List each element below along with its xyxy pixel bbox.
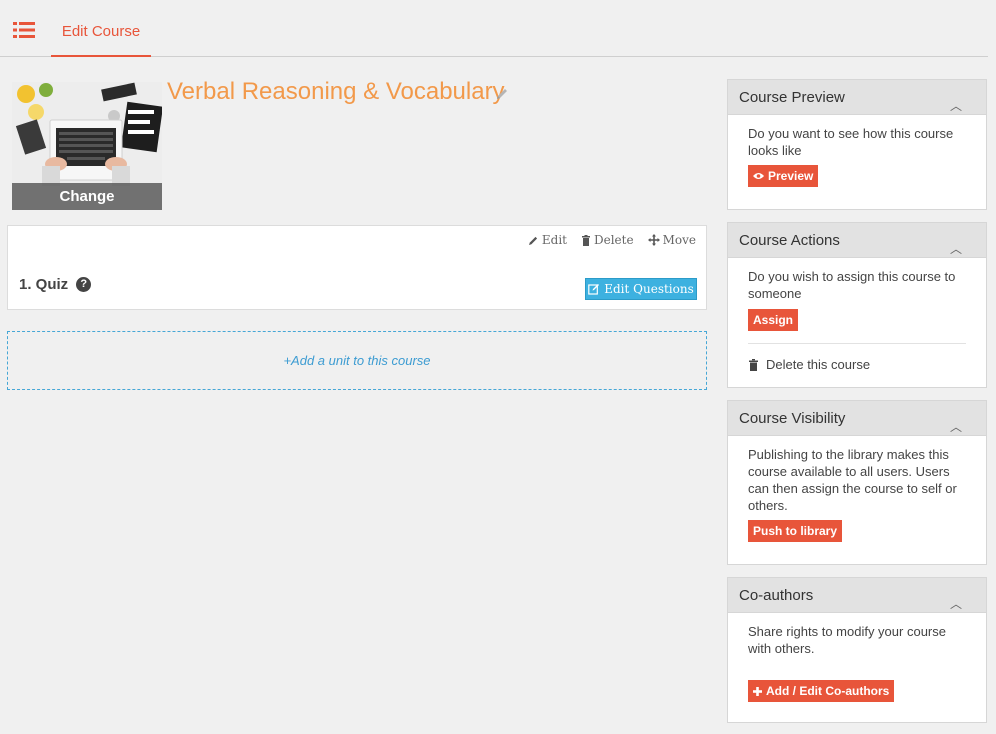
chevron-up-icon[interactable]: ︿: [950, 89, 962, 124]
panel-body: Share rights to modify your course with …: [728, 613, 986, 702]
trash-icon: [749, 358, 758, 371]
panel-header[interactable]: Course Visibility ︿: [728, 401, 986, 436]
panel-body: Do you want to see how this course looks…: [728, 115, 986, 187]
unit-actions: Edit Delete Move: [528, 233, 696, 247]
list-icon[interactable]: [13, 21, 35, 39]
panel-header[interactable]: Course Preview ︿: [728, 80, 986, 115]
panel-text: Publishing to the library makes this cou…: [748, 447, 957, 513]
chevron-up-icon[interactable]: ︿: [950, 587, 962, 622]
delete-course-link[interactable]: Delete this course: [748, 356, 966, 373]
top-tab-bar: Edit Course: [0, 0, 988, 57]
plus-icon: [753, 686, 762, 696]
co-authors-panel: Co-authors ︿ Share rights to modify your…: [727, 577, 987, 723]
delete-unit-button[interactable]: Delete: [581, 233, 634, 247]
tab-edit-course[interactable]: Edit Course: [51, 0, 151, 57]
delete-label: Delete: [594, 233, 634, 247]
move-unit-button[interactable]: Move: [647, 233, 696, 247]
edit-square-icon: [588, 284, 600, 295]
course-actions-panel: Course Actions ︿ Do you wish to assign t…: [727, 222, 987, 388]
push-to-library-button[interactable]: Push to library: [748, 520, 843, 542]
course-title: Verbal Reasoning & Vocabulary: [167, 78, 505, 105]
course-visibility-panel: Course Visibility ︿ Publishing to the li…: [727, 400, 987, 565]
pencil-icon: [528, 236, 537, 245]
eye-icon: [753, 173, 764, 179]
edit-label: Edit: [541, 233, 567, 247]
unit-card: Edit Delete Move 1. Quiz ? Edit Question…: [7, 225, 707, 310]
panel-text: Do you wish to assign this course to som…: [748, 269, 956, 301]
unit-title: 1. Quiz ?: [19, 276, 92, 293]
course-preview-panel: Course Preview ︿ Do you want to see how …: [727, 79, 987, 210]
panel-title: Course Preview: [739, 89, 845, 106]
trash-icon: [582, 234, 590, 246]
pencil-icon[interactable]: [495, 87, 509, 101]
question-circle-icon[interactable]: ?: [76, 277, 92, 292]
panel-body: Publishing to the library makes this cou…: [728, 436, 986, 542]
unit-name-label: 1. Quiz: [19, 276, 69, 293]
panel-title: Course Actions: [739, 232, 840, 249]
chevron-up-icon[interactable]: ︿: [950, 410, 962, 445]
change-image-button[interactable]: Change: [12, 183, 162, 210]
add-unit-link[interactable]: +Add a unit to this course: [7, 331, 707, 390]
panel-header[interactable]: Course Actions ︿: [728, 223, 986, 258]
panel-body: Do you wish to assign this course to som…: [728, 258, 986, 373]
chevron-up-icon[interactable]: ︿: [950, 232, 962, 267]
preview-label: Preview: [768, 168, 814, 183]
panel-title: Co-authors: [739, 587, 814, 604]
edit-questions-button[interactable]: Edit Questions: [585, 278, 697, 300]
assign-button[interactable]: Assign: [748, 309, 799, 331]
panel-text: Share rights to modify your course with …: [748, 624, 946, 656]
edit-unit-button[interactable]: Edit: [528, 233, 567, 247]
edit-questions-label: Edit Questions: [604, 282, 694, 296]
divider: [748, 343, 966, 344]
delete-course-label: Delete this course: [766, 357, 871, 372]
move-label: Move: [662, 233, 696, 247]
preview-button[interactable]: Preview: [748, 165, 819, 187]
course-thumbnail: Change: [12, 82, 162, 210]
panel-header[interactable]: Co-authors ︿: [728, 578, 986, 613]
add-edit-coauthors-button[interactable]: Add / Edit Co-authors: [748, 680, 895, 702]
panel-text: Do you want to see how this course looks…: [748, 126, 954, 158]
add-edit-coauthors-label: Add / Edit Co-authors: [766, 683, 890, 698]
move-icon: [647, 234, 660, 246]
panel-title: Course Visibility: [739, 410, 846, 427]
